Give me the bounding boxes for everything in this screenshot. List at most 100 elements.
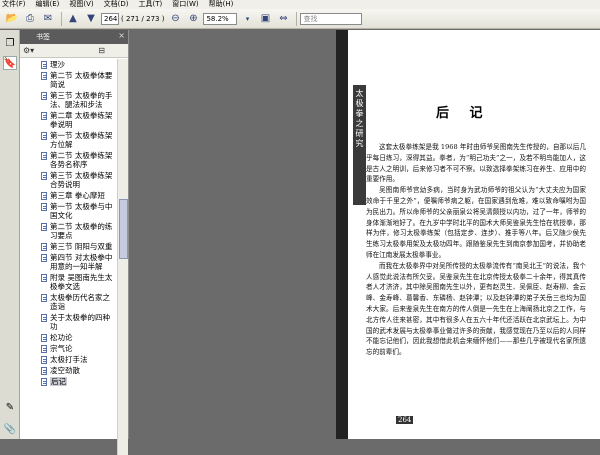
- bookmark-label: 关于太极拳的四种功: [50, 313, 110, 331]
- zoom-dropdown-icon[interactable]: ▾: [239, 11, 255, 27]
- bookmark-label: 附录 吴图南先生太极拳文选: [50, 273, 113, 291]
- bookmark-page-icon: [41, 152, 47, 160]
- bookmark-label: 凌空劲散: [50, 366, 80, 375]
- page-number-input[interactable]: 264: [101, 12, 119, 25]
- bookmark-label: 第二章 太极拳练架拳说明: [50, 111, 113, 129]
- bookmark-label: 第三节 太极拳的手法、腿法和步法: [50, 91, 113, 109]
- bookmark-item[interactable]: 第二节 太极拳的练习要点: [20, 221, 117, 241]
- zoom-input[interactable]: 58.2%: [203, 12, 238, 25]
- bookmark-label: 第二节 太极拳体要简说: [50, 71, 113, 89]
- bookmark-item[interactable]: 理沙: [20, 59, 117, 70]
- menu-view[interactable]: 视图(V): [69, 0, 93, 9]
- bookmark-item[interactable]: 第二节 太极拳体要简说: [20, 70, 117, 90]
- bookmark-item[interactable]: 第二节 太极拳练架各势名称序: [20, 150, 117, 170]
- bookmark-item[interactable]: 松功论: [20, 332, 117, 343]
- bookmark-item[interactable]: 太极打手法: [20, 354, 117, 365]
- bookmark-page-icon: [41, 132, 47, 140]
- bookmark-item[interactable]: 第二章 太极拳练架拳说明: [20, 110, 117, 130]
- bookmarks-header: 书签 ×: [20, 30, 128, 44]
- bookmark-label: 理沙: [50, 60, 65, 69]
- bookmark-item[interactable]: 宗气论: [20, 343, 117, 354]
- bookmark-list: 理沙第二节 太极拳体要简说 第三节 太极拳的手法、腿法和步法 第二章 太极拳练架拳说…: [20, 59, 117, 439]
- bookmark-item[interactable]: 太极拳历代名家之造诣: [20, 292, 117, 312]
- bookmark-item[interactable]: 第四节 对太极拳中用意的一知半解: [20, 252, 117, 272]
- bookmark-label: 第三章 拳心摩短: [50, 191, 105, 200]
- email-icon[interactable]: ✉: [40, 11, 56, 27]
- bookmark-label: 第一节 太极拳练架方位解: [50, 131, 113, 149]
- bookmark-page-icon: [41, 192, 47, 200]
- bookmarks-toolbar: ⚙▾ ⊟: [20, 44, 128, 58]
- zoom-out-icon[interactable]: ⊖: [167, 11, 183, 27]
- bookmark-page-icon: [41, 223, 47, 231]
- spine-char: 之: [355, 119, 364, 128]
- bookmark-page-icon: [41, 367, 47, 375]
- bookmark-item[interactable]: 后记: [20, 376, 117, 387]
- bookmark-page-icon: [41, 345, 47, 353]
- bookmark-label: 第四节 对太极拳中用意的一知半解: [50, 253, 113, 271]
- bookmarks-title: 书签: [36, 33, 50, 41]
- bookmark-label: 太极打手法: [50, 355, 88, 364]
- bookmark-item[interactable]: 第三节 阴阳与双重: [20, 241, 117, 252]
- bookmark-item[interactable]: 第三节 太极拳的手法、腿法和步法: [20, 90, 117, 110]
- close-icon[interactable]: ×: [118, 31, 125, 40]
- menu-file[interactable]: 文件(F): [2, 0, 26, 9]
- spine-char: 太: [355, 89, 364, 98]
- paragraph: 而我在太极拳界中对吴所传授的太极拳流传有“南吴北王”的说法，我个人感觉此说法有所…: [366, 261, 586, 357]
- zoom-in-icon[interactable]: ⊕: [185, 11, 201, 27]
- attachments-icon[interactable]: 📎: [3, 422, 17, 436]
- bookmarks-icon[interactable]: 🔖: [3, 56, 17, 70]
- search-input[interactable]: 查找: [300, 12, 363, 25]
- bookmark-page-icon: [41, 112, 47, 120]
- bookmark-item[interactable]: 第一节 太极拳与中国文化: [20, 201, 117, 221]
- print-icon[interactable]: ⎙: [22, 11, 38, 27]
- signatures-icon[interactable]: ✎: [3, 400, 17, 414]
- scroll-thumb[interactable]: [119, 199, 128, 259]
- bookmark-item[interactable]: 第一节 太极拳练架方位解: [20, 130, 117, 150]
- page-body: 这套太极拳练架是我 1968 年时由师爷吴图南先生传授的，自那以后几乎每日练习，…: [366, 142, 586, 358]
- bookmark-item[interactable]: 凌空劲散: [20, 365, 117, 376]
- bookmark-item[interactable]: 附录 吴图南先生太极拳文选: [20, 272, 117, 292]
- bookmark-scrollbar[interactable]: [117, 59, 128, 455]
- bookmark-page-icon: [41, 243, 47, 251]
- bookmark-label: 第三节 太极拳练架合势说明: [50, 171, 113, 189]
- running-header: 太极拳之研究: [353, 85, 366, 205]
- menu-edit[interactable]: 编辑(E): [36, 0, 60, 9]
- page-count: ( 271 / 273 ): [121, 14, 165, 23]
- next-page-icon[interactable]: ▼: [83, 11, 99, 27]
- separator: [296, 11, 298, 26]
- spine-char: 极: [355, 99, 364, 108]
- spine-char: 究: [355, 139, 364, 148]
- navigation-rail: ❐ 🔖 ✎ 📎: [0, 30, 20, 439]
- spine-char: 拳: [355, 109, 364, 118]
- menu-window[interactable]: 窗口(W): [172, 0, 198, 9]
- options-icon[interactable]: ⚙▾: [23, 46, 34, 55]
- bookmark-item[interactable]: 第三节 太极拳练架合势说明: [20, 170, 117, 190]
- bookmark-item[interactable]: 第三章 拳心摩短: [20, 190, 117, 201]
- separator: [61, 11, 62, 26]
- expand-icon[interactable]: ⊟: [98, 46, 105, 55]
- fit-width-icon[interactable]: ⇔: [275, 11, 291, 27]
- bookmark-page-icon: [41, 72, 47, 80]
- bookmark-label: 宗气论: [50, 344, 73, 353]
- bookmark-page-icon: [41, 172, 47, 180]
- bookmark-label: 第二节 太极拳的练习要点: [50, 222, 113, 240]
- bookmark-page-icon: [41, 203, 47, 211]
- menu-tools[interactable]: 工具(T): [139, 0, 163, 9]
- fit-page-icon[interactable]: ▣: [257, 11, 273, 27]
- pages-icon[interactable]: ❐: [3, 36, 17, 50]
- menu-help[interactable]: 帮助(H): [209, 0, 234, 9]
- bookmark-page-icon: [41, 334, 47, 342]
- bookmarks-panel: 书签 × ⚙▾ ⊟ 理沙 第二节 太极拳体要简说 第三节 太极拳的手法、腿法和步法第…: [20, 30, 129, 455]
- menu-document[interactable]: 文档(D): [104, 0, 129, 9]
- page-edge: [336, 30, 348, 439]
- pdf-page: 太极拳之研究 后 记 这套太极拳练架是我 1968 年时由师爷吴图南先生传授的，…: [336, 30, 600, 439]
- bookmark-item[interactable]: 关于太极拳的四种功: [20, 312, 117, 332]
- bookmark-page-icon: [41, 378, 47, 386]
- bookmark-label: 第一节 太极拳与中国文化: [50, 202, 113, 220]
- bookmark-page-icon: [41, 254, 47, 262]
- paragraph: 吴图南师爷宫幼多病，当时身为武功师爷的祖父认为“大丈夫应为国家效命于千里之外”，…: [366, 186, 586, 259]
- bookmark-label: 第二节 太极拳练架各势名称序: [50, 151, 113, 169]
- bookmark-label: 第三节 阴阳与双重: [50, 242, 113, 251]
- open-icon[interactable]: 📂: [4, 11, 20, 27]
- prev-page-icon[interactable]: ▲: [65, 11, 81, 27]
